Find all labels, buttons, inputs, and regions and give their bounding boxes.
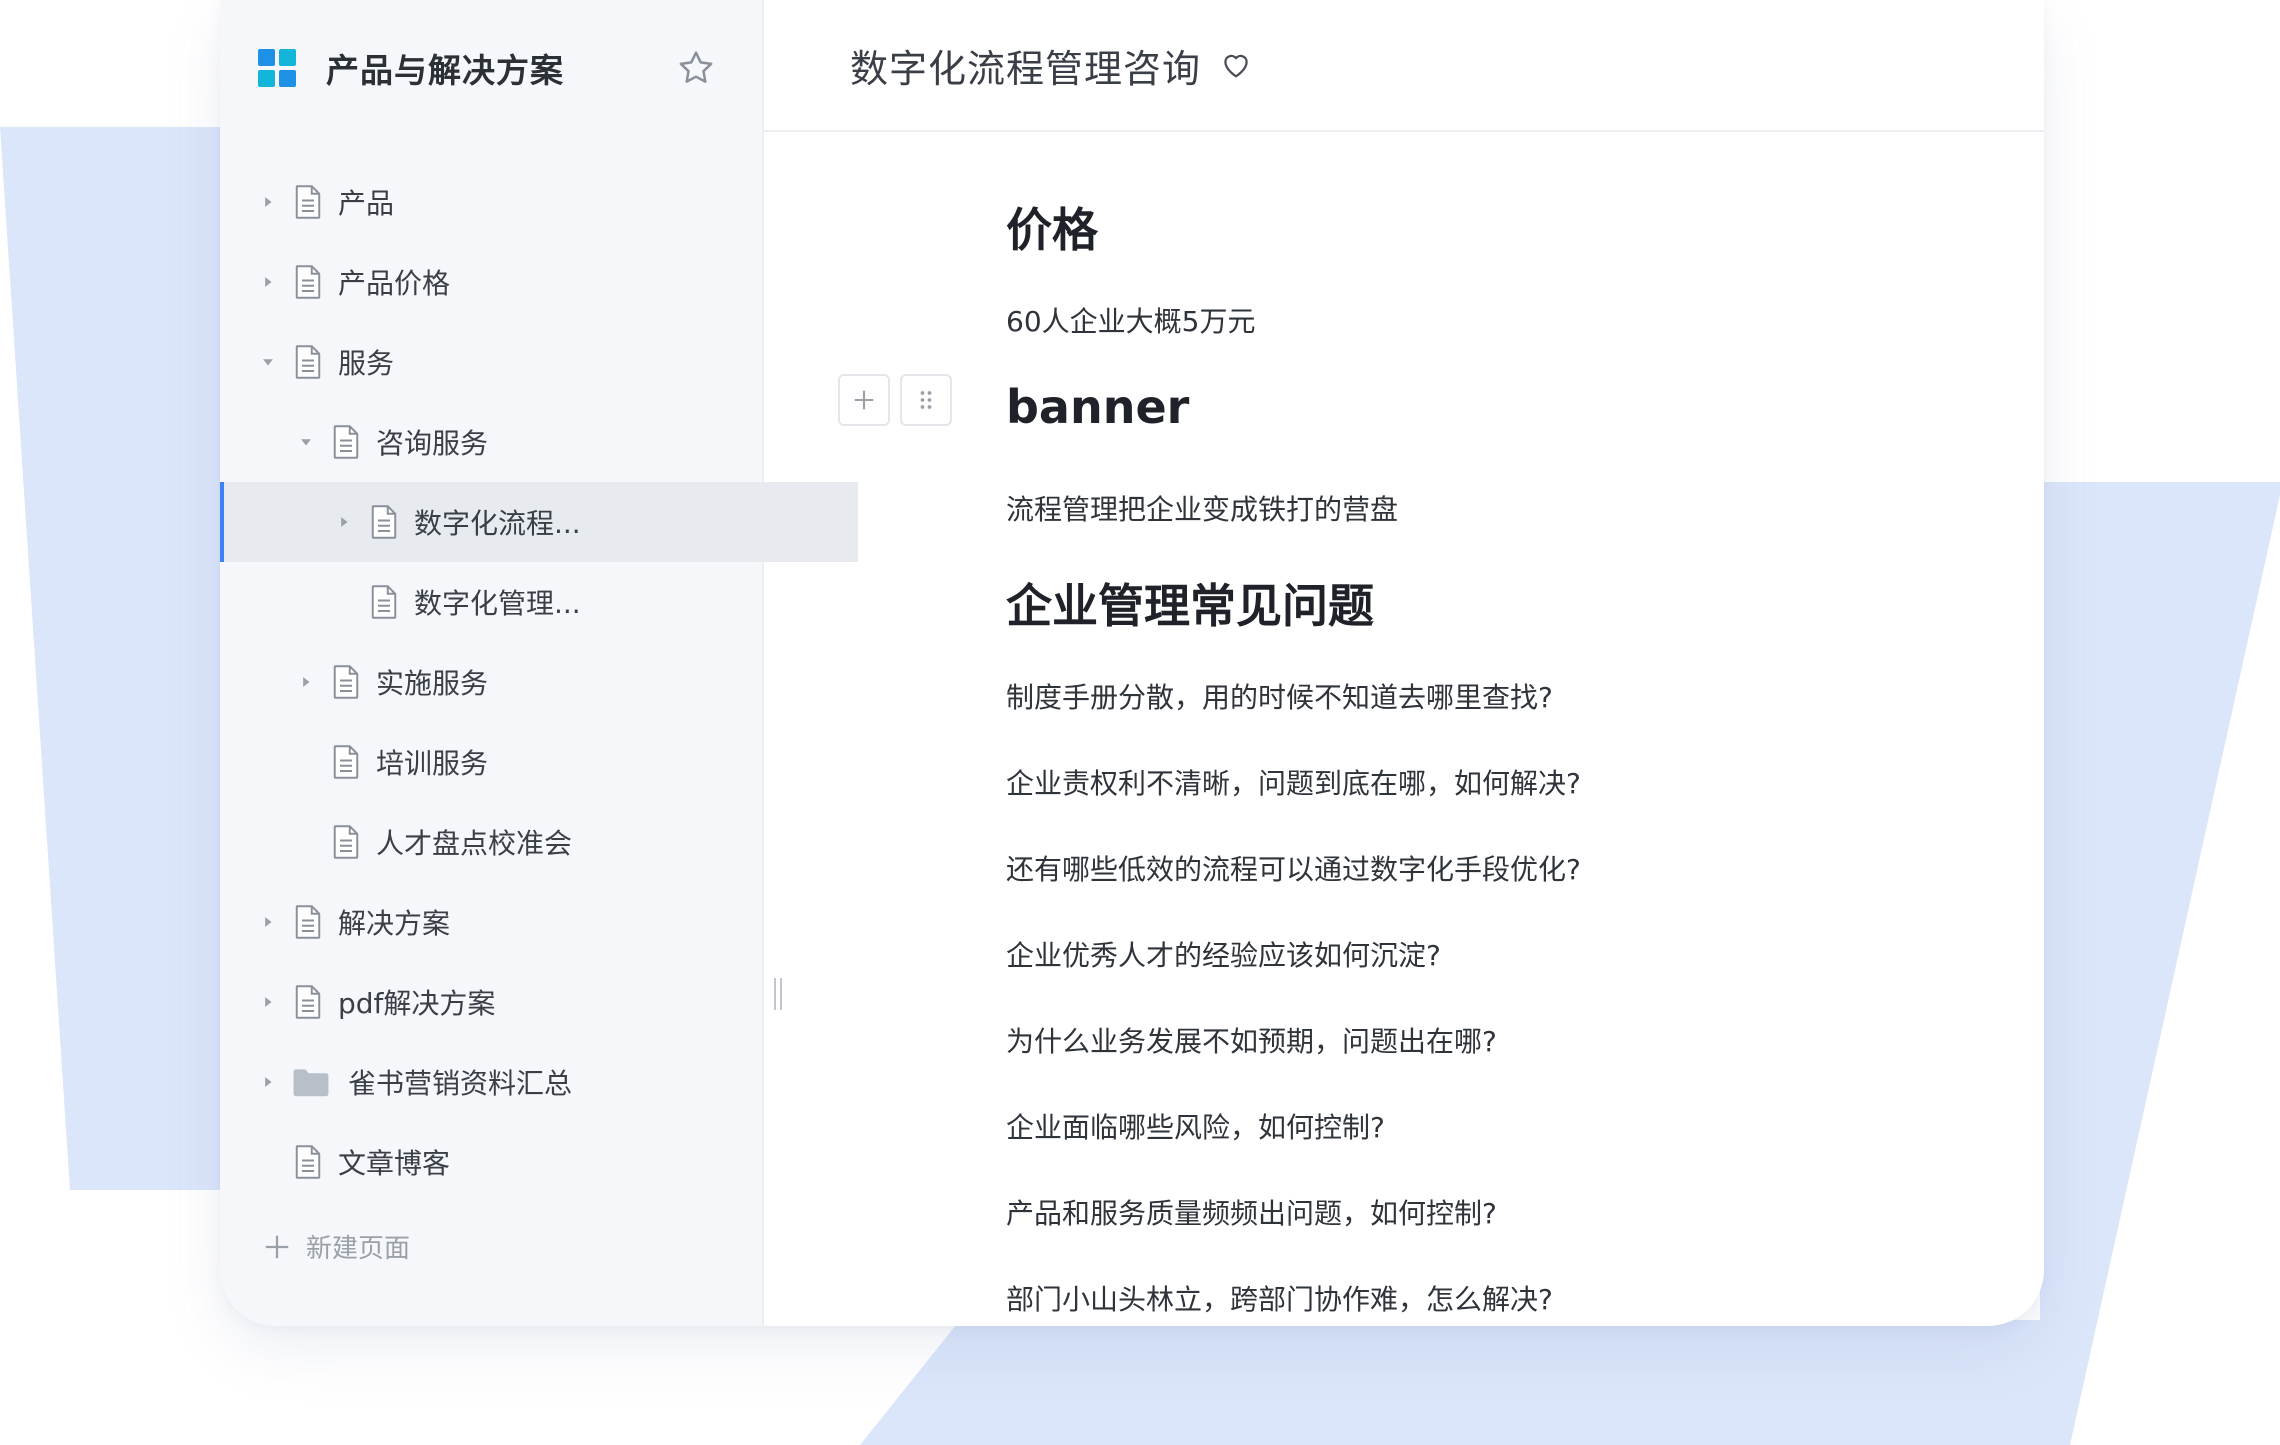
sidebar-tree-item[interactable]: 服务 — [220, 322, 744, 402]
sidebar-tree-item-label: 文章博客 — [338, 1147, 451, 1180]
document-icon — [371, 585, 397, 619]
faq-item[interactable]: 产品和服务质量频频出问题，如何控制? — [1006, 1192, 1497, 1232]
sidebar-tree-item-label: 产品价格 — [338, 267, 451, 300]
sidebar-tree-item-label: 实施服务 — [376, 667, 489, 700]
new-page-button[interactable]: 新建页面 — [262, 1228, 410, 1265]
caret-right-icon[interactable] — [258, 192, 278, 212]
sidebar-tree-item-label: 数字化流程... — [414, 507, 581, 540]
caret-right-icon[interactable] — [334, 512, 354, 532]
sidebar-tree-item[interactable]: 培训服务 — [220, 722, 744, 802]
sidebar-tree-item-label: 培训服务 — [376, 747, 489, 780]
sidebar-tree-item-label: 雀书营销资料汇总 — [348, 1067, 573, 1100]
sidebar-tree-item[interactable]: pdf解决方案 — [220, 962, 744, 1042]
faq-item[interactable]: 企业面临哪些风险，如何控制? — [1006, 1106, 1385, 1146]
paragraph-price[interactable]: 60人企业大概5万元 — [1006, 300, 1255, 340]
add-block-button[interactable] — [838, 374, 890, 426]
sidebar-tree-item[interactable]: 雀书营销资料汇总 — [220, 1042, 744, 1122]
document-icon — [295, 265, 321, 299]
faq-item[interactable]: 为什么业务发展不如预期，问题出在哪? — [1006, 1020, 1497, 1060]
document-icon — [295, 185, 321, 219]
sidebar-tree-item-label: pdf解决方案 — [338, 987, 496, 1020]
sidebar-tree-item[interactable]: 数字化流程... — [220, 482, 858, 562]
sidebar-tree-item-label: 解决方案 — [338, 907, 451, 940]
document-icon — [371, 505, 397, 539]
sidebar-tree-item[interactable]: 产品 — [220, 162, 744, 242]
heading-banner[interactable]: banner — [1006, 380, 1189, 434]
space-title: 产品与解决方案 — [326, 51, 564, 90]
caret-spacer — [334, 592, 354, 612]
document-title[interactable]: 数字化流程管理咨询 — [850, 38, 1201, 93]
document-body: 价格 60人企业大概5万元 banner 流程管理把企业变成铁打的营盘 企业管理… — [764, 132, 2044, 1326]
caret-spacer — [258, 1152, 278, 1172]
sidebar-header: 产品与解决方案 — [258, 40, 732, 96]
heading-faq[interactable]: 企业管理常见问题 — [1006, 570, 1374, 636]
drag-handle-icon — [920, 391, 932, 409]
star-icon[interactable] — [676, 48, 716, 88]
faq-item[interactable]: 企业优秀人才的经验应该如何沉淀? — [1006, 934, 1441, 974]
sidebar-tree-item[interactable]: 解决方案 — [220, 882, 744, 962]
caret-spacer — [296, 752, 316, 772]
document-icon — [333, 665, 359, 699]
sidebar-tree-item-label: 人才盘点校准会 — [376, 827, 573, 860]
sidebar-tree-item[interactable]: 人才盘点校准会 — [220, 802, 744, 882]
faq-item[interactable]: 还有哪些低效的流程可以通过数字化手段优化? — [1006, 848, 1581, 888]
caret-right-icon[interactable] — [258, 992, 278, 1012]
faq-item[interactable]: 部门小山头林立，跨部门协作难，怎么解决? — [1006, 1278, 1553, 1318]
document-icon — [333, 425, 359, 459]
faq-item[interactable]: 制度手册分散，用的时候不知道去哪里查找? — [1006, 676, 1553, 716]
sidebar-tree-item[interactable]: 文章博客 — [220, 1122, 744, 1202]
heart-icon[interactable] — [1219, 48, 1253, 82]
sidebar-tree-item[interactable]: 咨询服务 — [220, 402, 744, 482]
sidebar-tree-item[interactable]: 实施服务 — [220, 642, 744, 722]
sidebar-tree-item-label: 服务 — [338, 347, 395, 380]
app-window: 产品与解决方案 产品产品价格服务咨询服务数字化流程... 数字化管理... 实施服务… — [220, 0, 2044, 1326]
block-toolbar — [838, 374, 952, 426]
document-icon — [295, 905, 321, 939]
sidebar-tree-item-label: 产品 — [338, 187, 395, 220]
sidebar-tree-item[interactable]: 数字化管理... — [220, 562, 744, 642]
plus-icon — [265, 1235, 289, 1258]
page-tree: 产品产品价格服务咨询服务数字化流程... 数字化管理... 实施服务培训服务人才盘点… — [220, 162, 858, 1202]
caret-spacer — [296, 832, 316, 852]
document-header: 数字化流程管理咨询 — [764, 0, 2044, 132]
caret-right-icon[interactable] — [258, 912, 278, 932]
caret-down-icon[interactable] — [296, 432, 316, 452]
document-icon — [333, 825, 359, 859]
sidebar-tree-item-label: 咨询服务 — [376, 427, 489, 460]
sidebar-tree-item-label: 数字化管理... — [414, 587, 581, 620]
drag-handle-button[interactable] — [900, 374, 952, 426]
paragraph-banner[interactable]: 流程管理把企业变成铁打的营盘 — [1006, 488, 1398, 528]
heading-price[interactable]: 价格 — [1006, 194, 1098, 260]
folder-icon — [293, 1069, 329, 1097]
document-icon — [295, 985, 321, 1019]
caret-right-icon[interactable] — [296, 672, 316, 692]
sidebar-tree-item[interactable]: 产品价格 — [220, 242, 744, 322]
document-icon — [333, 745, 359, 779]
document-icon — [295, 1145, 321, 1179]
faq-item[interactable]: 企业责权利不清晰，问题到底在哪，如何解决? — [1006, 762, 1581, 802]
sidebar: 产品与解决方案 产品产品价格服务咨询服务数字化流程... 数字化管理... 实施服务… — [220, 0, 858, 1326]
document-icon — [295, 345, 321, 379]
new-page-label: 新建页面 — [306, 1234, 411, 1264]
caret-down-icon[interactable] — [258, 352, 278, 372]
caret-right-icon[interactable] — [258, 1072, 278, 1092]
plus-icon — [854, 390, 874, 410]
grid-logo-icon — [258, 49, 296, 87]
caret-right-icon[interactable] — [258, 272, 278, 292]
